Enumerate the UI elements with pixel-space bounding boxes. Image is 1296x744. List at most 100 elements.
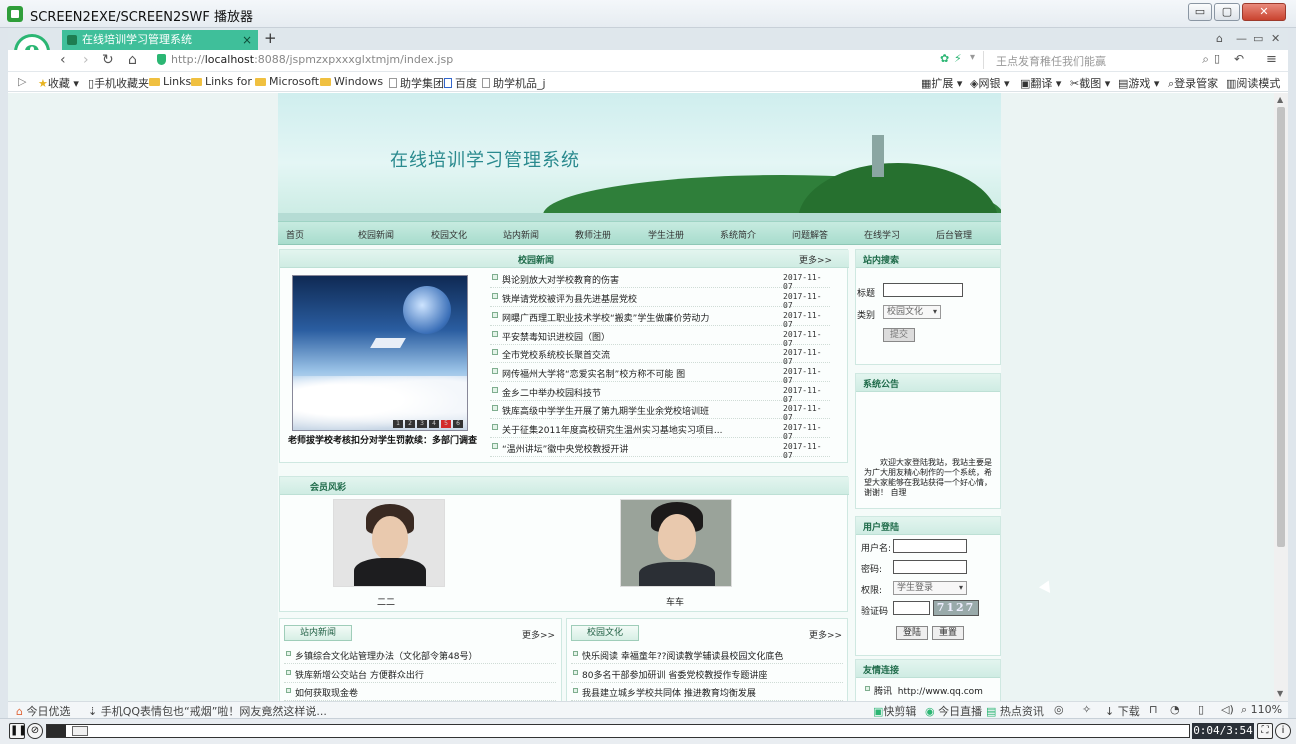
list-item[interactable]: 乡镇综合文化站管理办法（文化部令第48号） bbox=[284, 646, 556, 664]
bookmark-windows[interactable]: Windows bbox=[320, 75, 383, 88]
page-scrollbar[interactable]: ▲ ▼ bbox=[1274, 93, 1288, 701]
browser-close-icon[interactable]: ✕ bbox=[1271, 32, 1280, 45]
download[interactable]: ↓ 下载 bbox=[1105, 703, 1140, 719]
news-ticker[interactable]: ⇣ 手机QQ表情包也“戒烟”啦！网友竟然这样说... bbox=[88, 703, 327, 719]
toolbar-translate[interactable]: ▣翻译 ▾ bbox=[1020, 75, 1061, 91]
scroll-up-icon[interactable]: ▲ bbox=[1277, 95, 1283, 104]
role-select[interactable]: 学生登录 bbox=[893, 581, 967, 595]
scroll-thumb[interactable] bbox=[1277, 107, 1285, 547]
phone-icon[interactable]: ▯ bbox=[1214, 52, 1220, 65]
toolbar-login-manager[interactable]: ⌕登录管家 bbox=[1168, 75, 1218, 91]
bookmark-links-for[interactable]: Links for bbox=[191, 75, 252, 88]
news-slideshow-image[interactable]: 123456 bbox=[292, 275, 468, 431]
reload-icon[interactable]: ↻ bbox=[102, 52, 114, 68]
captcha-image[interactable]: 7127 bbox=[933, 600, 979, 616]
scroll-down-icon[interactable]: ▼ bbox=[1277, 689, 1283, 698]
captcha-input[interactable] bbox=[893, 601, 930, 615]
slide-dot-5[interactable]: 5 bbox=[441, 420, 451, 428]
menu-online-study[interactable]: 在线学习 bbox=[864, 228, 900, 241]
toolbar-reading-mode[interactable]: ▥阅读模式 bbox=[1226, 75, 1280, 91]
skin-icon[interactable]: ⌂ bbox=[1216, 32, 1223, 45]
speed-icon[interactable]: ◔ bbox=[1170, 703, 1180, 716]
progress-track[interactable] bbox=[46, 724, 1190, 738]
username-input[interactable] bbox=[893, 539, 967, 553]
maximize-button[interactable]: ▢ bbox=[1214, 3, 1240, 21]
news-row[interactable]: 网传福州大学将“恋爱实名制”校方称不可能 图 2017-11-07 bbox=[490, 364, 830, 385]
search-icon[interactable]: ⌕ bbox=[1202, 52, 1209, 67]
menu-system-intro[interactable]: 系统简介 bbox=[720, 228, 756, 241]
news-row[interactable]: 全市党校系统校长聚首交流 2017-11-07 bbox=[490, 345, 830, 366]
layout-icon[interactable]: ⊓ bbox=[1149, 703, 1158, 716]
login-button[interactable]: 登陆 bbox=[896, 626, 928, 640]
url-text[interactable]: http://localhost:8088/jspmzxpxxxglxtmjm/… bbox=[171, 53, 453, 66]
news-row[interactable]: 舆论别放大对学校教育的伤害 2017-11-07 bbox=[490, 270, 830, 291]
address-bar[interactable]: http://localhost:8088/jspmzxpxxxglxtmjm/… bbox=[153, 51, 943, 69]
tab-active[interactable]: 在线培训学习管理系统 × bbox=[62, 30, 258, 50]
stop-button[interactable]: ⊘ bbox=[27, 723, 43, 739]
tab-close-icon[interactable]: × bbox=[242, 30, 252, 50]
hot-news[interactable]: ▤ 热点资讯 bbox=[986, 703, 1044, 719]
bookmark-zhuxue-jp[interactable]: 助学机品_j bbox=[482, 75, 546, 91]
bookmark-baidu[interactable]: 百度 bbox=[444, 75, 477, 91]
minimize-button[interactable]: ▭ bbox=[1188, 3, 1212, 21]
search-submit-button[interactable]: 提交 bbox=[883, 328, 915, 342]
sync-icon[interactable]: ◎ bbox=[1054, 703, 1064, 716]
menu-student-register[interactable]: 学生注册 bbox=[648, 228, 684, 241]
friend-link[interactable]: 腾讯 http://www.qq.com bbox=[863, 681, 997, 699]
menu-campus-news[interactable]: 校园新闻 bbox=[358, 228, 394, 241]
bookmark-zhuxue[interactable]: 助学集团 bbox=[389, 75, 444, 91]
search-category-select[interactable]: 校园文化 bbox=[883, 305, 941, 319]
news-row[interactable]: 铁库高级中学学生开展了第九期学生业余党校培训班 2017-11-07 bbox=[490, 401, 830, 422]
progress-knob[interactable] bbox=[72, 726, 88, 736]
password-input[interactable] bbox=[893, 560, 967, 574]
bookmark-mobile[interactable]: ▯手机收藏夹 bbox=[88, 75, 149, 91]
member-name[interactable]: 二二 bbox=[377, 595, 395, 608]
toolbar-extensions[interactable]: ▦扩展 ▾ bbox=[921, 75, 962, 91]
menu-faq[interactable]: 问题解答 bbox=[792, 228, 828, 241]
slide-dot-1[interactable]: 1 bbox=[393, 420, 403, 428]
campus-news-more-link[interactable]: 更多>> bbox=[799, 253, 832, 266]
volume-icon[interactable]: ◁) bbox=[1221, 703, 1234, 716]
toolbar-bank[interactable]: ◈网银 ▾ bbox=[970, 75, 1010, 91]
news-row[interactable]: 铁岸请党校被评为县先进基层党校 2017-11-07 bbox=[490, 289, 830, 310]
campus-culture-tab[interactable]: 校园文化 bbox=[571, 625, 639, 641]
member-name[interactable]: 车车 bbox=[666, 595, 684, 608]
slide-dot-6[interactable]: 6 bbox=[453, 420, 463, 428]
slide-caption[interactable]: 老师拔学校考核扣分对学生罚款续：多部门调查 bbox=[288, 433, 477, 446]
news-row[interactable]: 金乡二中举办校园科技节 2017-11-07 bbox=[490, 383, 830, 404]
list-item[interactable]: 80多名干部参加研训 省委党校教授作专题讲座 bbox=[571, 665, 843, 683]
bookmark-links[interactable]: Links bbox=[149, 75, 191, 88]
list-item[interactable]: 铁库新增公交站台 方便群众出行 bbox=[284, 665, 556, 683]
menu-home[interactable]: 首页 bbox=[286, 228, 304, 241]
list-item[interactable]: 如何获取现金卷 bbox=[284, 683, 556, 701]
campus-culture-more-link[interactable]: 更多>> bbox=[809, 628, 842, 641]
member-photo[interactable] bbox=[333, 499, 445, 587]
station-news-more-link[interactable]: 更多>> bbox=[522, 628, 555, 641]
sidebar-toggle-icon[interactable]: ▷ bbox=[18, 75, 26, 88]
toolbar-screenshot[interactable]: ✂截图 ▾ bbox=[1070, 75, 1110, 91]
news-row[interactable]: 网曝广西理工职业技术学校“搬卖”学生做廉价劳动力 2017-11-07 bbox=[490, 308, 830, 329]
toolbar-games[interactable]: ▤游戏 ▾ bbox=[1118, 75, 1159, 91]
undo-icon[interactable]: ↶ bbox=[1234, 52, 1244, 66]
member-photo[interactable] bbox=[620, 499, 732, 587]
pause-button[interactable]: ❚❚ bbox=[9, 723, 27, 739]
menu-teacher-register[interactable]: 教师注册 bbox=[575, 228, 611, 241]
bookmark-favorites[interactable]: ★收藏 ▾ bbox=[38, 75, 79, 91]
reset-button[interactable]: 重置 bbox=[932, 626, 964, 640]
menu-station-news[interactable]: 站内新闻 bbox=[503, 228, 539, 241]
today-picks[interactable]: ⌂ 今日优选 bbox=[16, 703, 70, 719]
slide-dot-2[interactable]: 2 bbox=[405, 420, 415, 428]
news-row[interactable]: 平安禁毒知识进校园（图） 2017-11-07 bbox=[490, 327, 830, 348]
zoom-level[interactable]: ⌕ 110% bbox=[1241, 703, 1282, 717]
browser-minimize-icon[interactable]: — bbox=[1236, 32, 1247, 45]
today-live[interactable]: ◉ 今日直播 bbox=[925, 703, 982, 719]
fullscreen-button[interactable]: ⛶ bbox=[1257, 723, 1273, 739]
forward-icon[interactable]: › bbox=[83, 52, 89, 68]
station-news-tab[interactable]: 站内新闻 bbox=[284, 625, 352, 641]
slide-dot-3[interactable]: 3 bbox=[417, 420, 427, 428]
new-tab-button[interactable]: + bbox=[264, 29, 277, 47]
news-row[interactable]: “温州讲坛”徽中央党校教授开讲 2017-11-07 bbox=[490, 439, 830, 460]
news-row[interactable]: 关于征集2011年度高校研究生温州实习基地实习项目... 2017-11-07 bbox=[490, 420, 830, 441]
extension-icon[interactable]: ✿ bbox=[940, 52, 949, 65]
lightning-icon[interactable]: ⚡ bbox=[954, 52, 962, 65]
